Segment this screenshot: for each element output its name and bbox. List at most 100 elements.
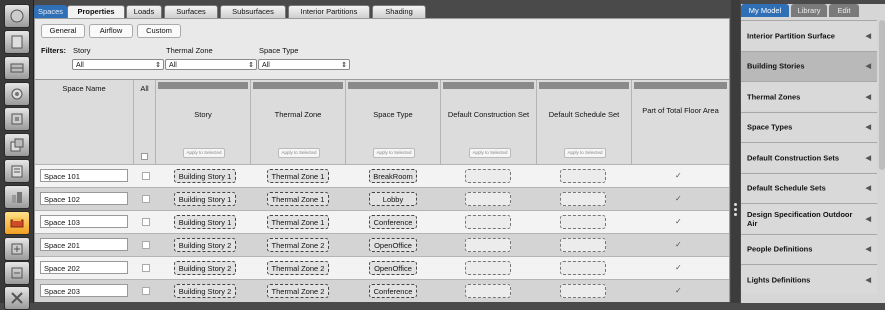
row-select-checkbox[interactable] (142, 195, 150, 203)
story-drop-zone[interactable]: Building Story 1 (174, 215, 236, 229)
expand-arrow-icon[interactable]: ◀ (866, 245, 871, 253)
row-select-checkbox[interactable] (142, 172, 150, 180)
row-select-checkbox[interactable] (142, 264, 150, 272)
apply-to-selected-button[interactable]: Apply to Selected (469, 148, 511, 158)
subtab-general[interactable]: General (41, 24, 85, 38)
space-name-field[interactable]: Space 101 (40, 169, 128, 182)
construction-set-drop-zone[interactable] (465, 284, 511, 298)
select-all-checkbox[interactable] (141, 153, 148, 160)
expand-arrow-icon[interactable]: ◀ (866, 93, 871, 101)
thermal-zone-drop-zone[interactable]: Thermal Zone 1 (267, 215, 329, 229)
space-name-field[interactable]: Space 103 (40, 215, 128, 228)
library-item-people-definitions[interactable]: People Definitions ◀ (741, 233, 877, 264)
tab-surfaces[interactable]: Surfaces (164, 5, 218, 18)
right-scrollbar[interactable] (879, 20, 885, 170)
apply-to-selected-button[interactable]: Apply to Selected (278, 148, 320, 158)
schedule-set-drop-zone[interactable] (560, 238, 606, 252)
tab-my-model[interactable]: My Model (741, 4, 789, 17)
constructions-tool-button[interactable] (4, 56, 30, 80)
panel-splitter[interactable] (731, 0, 740, 303)
apply-to-selected-button[interactable]: Apply to Selected (373, 148, 415, 158)
expand-arrow-icon[interactable]: ◀ (866, 184, 871, 192)
construction-set-drop-zone[interactable] (465, 261, 511, 275)
apply-to-selected-button[interactable]: Apply to Selected (564, 148, 606, 158)
space-types-tool-button[interactable] (4, 107, 30, 131)
tab-interior-partitions[interactable]: Interior Partitions (288, 5, 370, 18)
library-item-design-specification-outdoor-air[interactable]: Design Specification Outdoor Air ◀ (741, 203, 877, 233)
floor-area-checkbox[interactable]: ✓ (675, 217, 682, 226)
tab-library[interactable]: Library (791, 4, 827, 17)
story-drop-zone[interactable]: Building Story 2 (174, 284, 236, 298)
library-item-default-construction-sets[interactable]: Default Construction Sets ◀ (741, 142, 877, 172)
tab-properties[interactable]: Properties (67, 5, 125, 18)
schedules-tool-button[interactable] (4, 30, 30, 54)
floor-area-checkbox[interactable]: ✓ (675, 194, 682, 203)
row-select-checkbox[interactable] (142, 218, 150, 226)
library-item-building-stories[interactable]: Building Stories ◀ (741, 50, 877, 81)
library-item-interior-partition-surface[interactable]: Interior Partition Surface ◀ (741, 20, 877, 50)
space-type-filter-select[interactable]: All ⇕ (258, 59, 350, 70)
schedule-set-drop-zone[interactable] (560, 215, 606, 229)
library-item-default-schedule-sets[interactable]: Default Schedule Sets ◀ (741, 172, 877, 203)
expand-arrow-icon[interactable]: ◀ (866, 32, 871, 40)
schedule-set-drop-zone[interactable] (560, 284, 606, 298)
facility-tool-button[interactable] (4, 159, 30, 183)
floor-area-checkbox[interactable]: ✓ (675, 240, 682, 249)
space-type-drop-zone[interactable]: Lobby (369, 192, 417, 206)
spaces-tool-button[interactable] (4, 185, 30, 209)
space-type-drop-zone[interactable]: OpenOffice (369, 261, 417, 275)
space-type-drop-zone[interactable]: Conference (369, 215, 417, 229)
measures-tool-button[interactable] (4, 286, 30, 310)
tab-edit[interactable]: Edit (829, 4, 859, 17)
tab-subsurfaces[interactable]: Subsurfaces (220, 5, 286, 18)
site-tool-button[interactable] (4, 4, 30, 28)
tab-spaces[interactable]: Spaces (34, 5, 67, 18)
space-type-drop-zone[interactable]: OpenOffice (369, 238, 417, 252)
construction-set-drop-zone[interactable] (465, 169, 511, 183)
floor-area-checkbox[interactable]: ✓ (675, 171, 682, 180)
thermal-zone-drop-zone[interactable]: Thermal Zone 2 (267, 284, 329, 298)
subtab-airflow[interactable]: Airflow (89, 24, 133, 38)
story-drop-zone[interactable]: Building Story 2 (174, 238, 236, 252)
space-type-drop-zone[interactable]: Conference (369, 284, 417, 298)
space-name-field[interactable]: Space 201 (40, 238, 128, 251)
floor-area-checkbox[interactable]: ✓ (675, 263, 682, 272)
thermal-zone-drop-zone[interactable]: Thermal Zone 1 (267, 192, 329, 206)
expand-arrow-icon[interactable]: ◀ (866, 123, 871, 131)
expand-arrow-icon[interactable]: ◀ (866, 62, 871, 70)
story-drop-zone[interactable]: Building Story 1 (174, 169, 236, 183)
library-item-thermal-zones[interactable]: Thermal Zones ◀ (741, 81, 877, 111)
apply-to-selected-button[interactable]: Apply to Selected (183, 148, 225, 158)
library-item-space-types[interactable]: Space Types ◀ (741, 111, 877, 142)
thermal-zones-tool-button[interactable] (4, 211, 30, 235)
thermal-zone-drop-zone[interactable]: Thermal Zone 1 (267, 169, 329, 183)
thermal-zone-drop-zone[interactable]: Thermal Zone 2 (267, 261, 329, 275)
library-item-lights-definitions[interactable]: Lights Definitions ◀ (741, 264, 877, 294)
thermal-zone-drop-zone[interactable]: Thermal Zone 2 (267, 238, 329, 252)
construction-set-drop-zone[interactable] (465, 215, 511, 229)
thermal-zone-filter-select[interactable]: All ⇕ (165, 59, 257, 70)
story-drop-zone[interactable]: Building Story 1 (174, 192, 236, 206)
schedule-set-drop-zone[interactable] (560, 192, 606, 206)
space-type-drop-zone[interactable]: BreakRoom (369, 169, 417, 183)
space-name-field[interactable]: Space 202 (40, 261, 128, 274)
loads-tool-button[interactable] (4, 82, 30, 106)
schedule-set-drop-zone[interactable] (560, 261, 606, 275)
row-select-checkbox[interactable] (142, 287, 150, 295)
construction-set-drop-zone[interactable] (465, 192, 511, 206)
schedule-set-drop-zone[interactable] (560, 169, 606, 183)
space-name-field[interactable]: Space 102 (40, 192, 128, 205)
tab-shading[interactable]: Shading (372, 5, 426, 18)
space-name-field[interactable]: Space 203 (40, 284, 128, 297)
floor-area-checkbox[interactable]: ✓ (675, 286, 682, 295)
tab-loads[interactable]: Loads (126, 5, 162, 18)
expand-arrow-icon[interactable]: ◀ (866, 276, 871, 284)
geometry-tool-button[interactable] (4, 133, 30, 157)
construction-set-drop-zone[interactable] (465, 238, 511, 252)
outputs-tool-button[interactable] (4, 261, 30, 285)
row-select-checkbox[interactable] (142, 241, 150, 249)
expand-arrow-icon[interactable]: ◀ (866, 215, 871, 223)
story-drop-zone[interactable]: Building Story 2 (174, 261, 236, 275)
hvac-tool-button[interactable] (4, 237, 30, 261)
expand-arrow-icon[interactable]: ◀ (866, 154, 871, 162)
